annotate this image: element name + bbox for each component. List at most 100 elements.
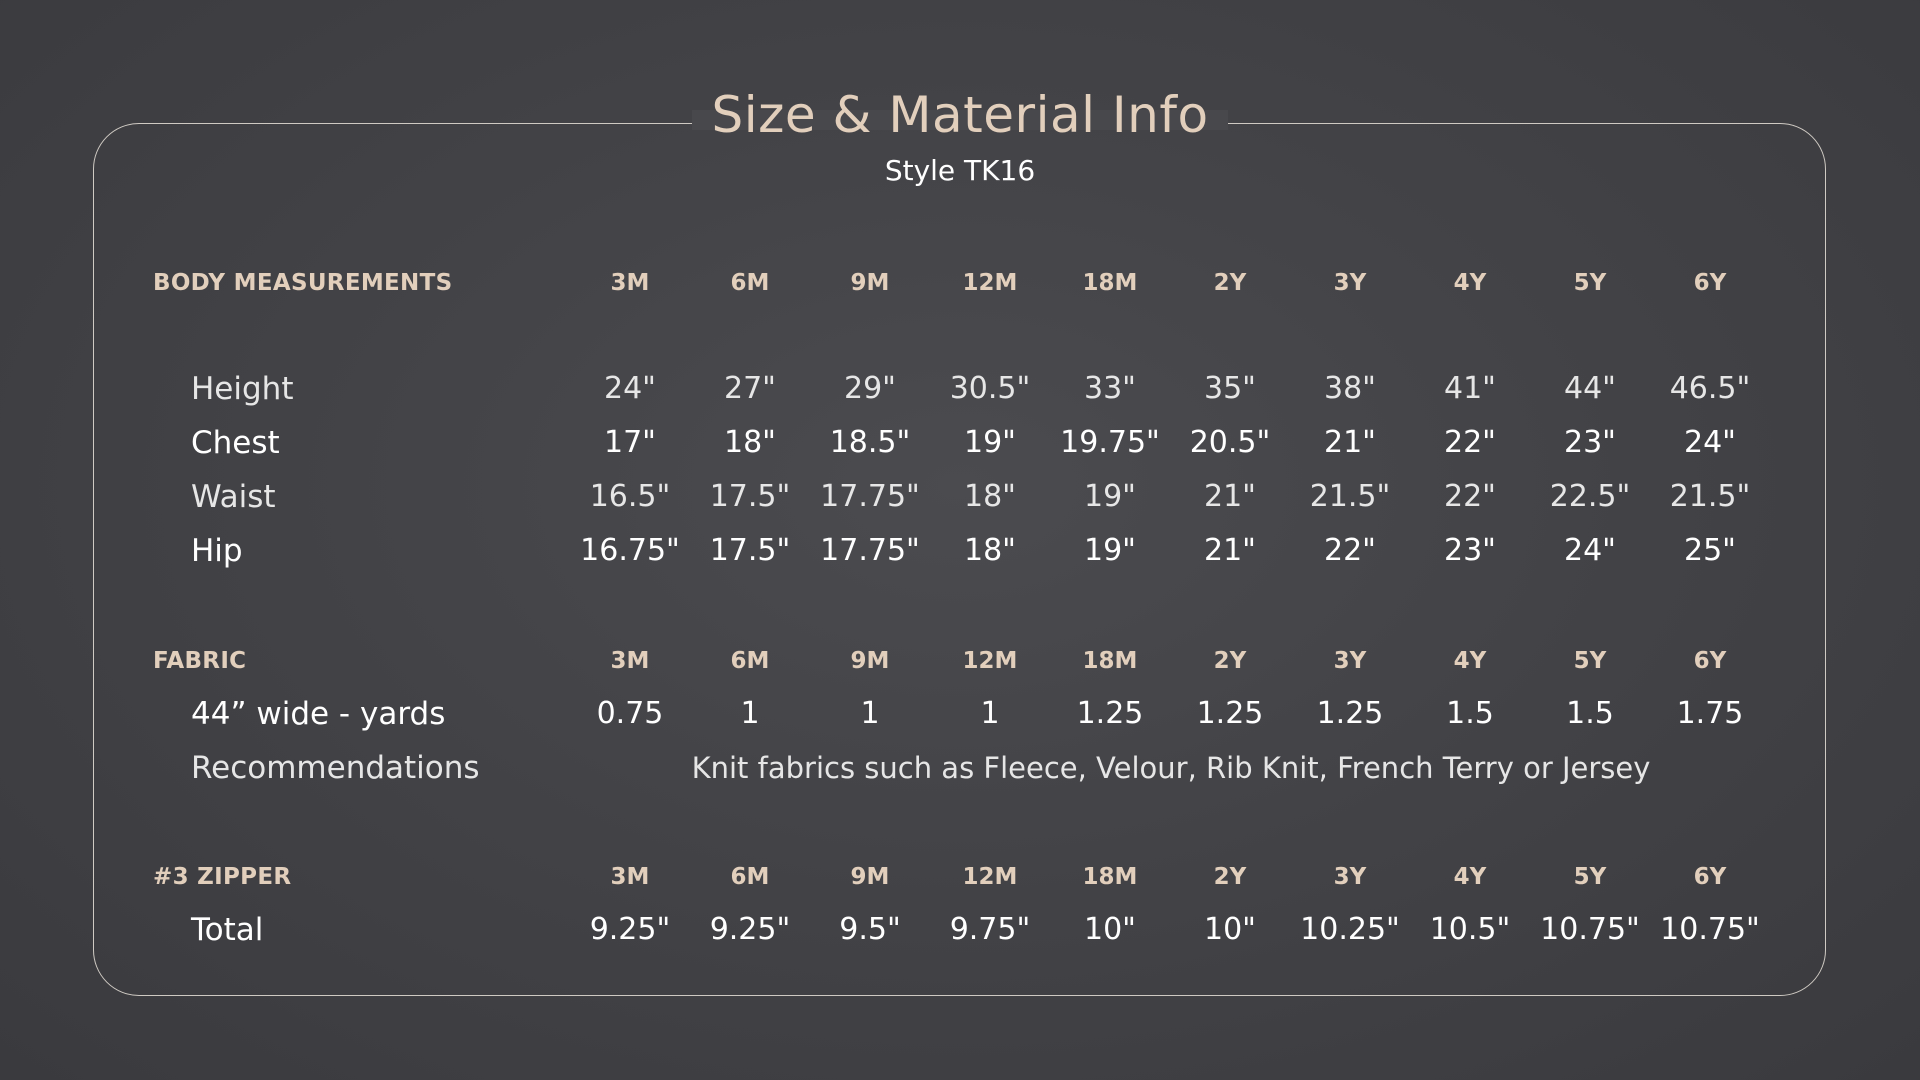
table-row-height: Height 24" 27" 29" 30.5" 33" 35" 38" 41" 44" 46.5… [0,364,1920,414]
size-header-cell: 3Y [1333,864,1367,890]
row-label-hip: Hip [191,533,243,569]
table-cell: 18" [964,533,1016,568]
table-cell: 23" [1564,425,1616,460]
table-cell: 1.25 [1316,696,1384,731]
table-cell: 23" [1444,533,1496,568]
table-cell: 25" [1684,533,1736,568]
table-cell: 29" [844,371,896,406]
table-row-zipper-total: Total 9.25" 9.25" 9.5" 9.75" 10" 10" 10.25" 10.… [0,905,1920,955]
table-cell: 10.75" [1660,912,1760,947]
size-header-cell: 18M [1082,648,1138,674]
table-cell: 17.75" [820,533,920,568]
size-header-cell: 3Y [1333,270,1367,296]
size-header-cell: 12M [962,864,1018,890]
table-cell: 38" [1324,371,1376,406]
table-cell: 1 [740,696,760,731]
table-cell: 17.75" [820,479,920,514]
table-cell: 27" [724,371,776,406]
body-measurements-heading: BODY MEASUREMENTS [153,270,453,296]
table-cell: 24" [604,371,656,406]
table-cell: 30.5" [949,371,1031,406]
table-cell: 10.75" [1540,912,1640,947]
table-cell: 24" [1684,425,1736,460]
size-header-cell: 5Y [1573,270,1607,296]
table-cell: 41" [1444,371,1496,406]
table-cell: 1.5 [1446,696,1494,731]
row-label-recommendations: Recommendations [191,750,480,786]
table-cell: 17.5" [709,533,791,568]
size-header-cell: 18M [1082,270,1138,296]
table-cell: 18" [724,425,776,460]
table-cell: 1.25 [1076,696,1144,731]
table-cell: 35" [1204,371,1256,406]
zipper-heading: #3 ZIPPER [153,864,292,890]
size-header-cell: 6M [730,648,770,674]
table-cell: 1.5 [1566,696,1614,731]
size-header-cell: 4Y [1453,864,1487,890]
size-header-cell: 12M [962,648,1018,674]
fabric-heading: FABRIC [153,648,247,674]
size-header-cell: 2Y [1213,270,1247,296]
table-cell: 21" [1204,479,1256,514]
row-label-height: Height [191,371,294,407]
table-cell: 18.5" [829,425,911,460]
table-row-recommendations: Recommendations Knit fabrics such as Fle… [0,743,1920,793]
row-label-yards: 44” wide - yards [191,696,446,732]
size-header-cell: 2Y [1213,864,1247,890]
size-header-cell: 6Y [1693,648,1727,674]
table-cell: 10.5" [1429,912,1511,947]
table-cell: 19.75" [1060,425,1160,460]
table-cell: 16.75" [580,533,680,568]
size-header-cell: 2Y [1213,648,1247,674]
table-cell: 22" [1444,479,1496,514]
table-cell: 1 [980,696,1000,731]
fabric-header-row: FABRIC 3M 6M 9M 12M 18M 2Y 3Y 4Y 5Y 6Y [0,636,1920,686]
table-cell: 9.25" [709,912,791,947]
table-cell: 9.75" [949,912,1031,947]
table-cell: 1.75 [1676,696,1744,731]
size-header-cell: 6M [730,864,770,890]
table-cell: 0.75 [596,696,664,731]
size-header-cell: 18M [1082,864,1138,890]
size-header-cell: 9M [850,864,890,890]
table-cell: 22" [1324,533,1376,568]
table-cell: 9.5" [839,912,901,947]
size-header-cell: 9M [850,648,890,674]
size-header-cell: 5Y [1573,864,1607,890]
table-row-yards: 44” wide - yards 0.75 1 1 1 1.25 1.25 1.25 1.5 1… [0,689,1920,739]
table-cell: 21.5" [1309,479,1391,514]
table-cell: 20.5" [1189,425,1271,460]
row-label-waist: Waist [191,479,276,515]
table-cell: 16.5" [589,479,671,514]
size-header-cell: 3M [610,864,650,890]
size-header-cell: 4Y [1453,270,1487,296]
size-header-cell: 12M [962,270,1018,296]
table-cell: 1 [860,696,880,731]
row-label-total: Total [191,912,264,948]
table-cell: 10.25" [1300,912,1400,947]
size-header-cell: 9M [850,270,890,296]
table-cell: 24" [1564,533,1616,568]
table-row-waist: Waist 16.5" 17.5" 17.75" 18" 19" 21" 21.5" 22" 2… [0,472,1920,522]
table-cell: 21" [1204,533,1256,568]
table-cell: 10" [1084,912,1136,947]
size-header-cell: 4Y [1453,648,1487,674]
table-cell: 22.5" [1549,479,1631,514]
table-row-chest: Chest 17" 18" 18.5" 19" 19.75" 20.5" 21" 22" 23"… [0,418,1920,468]
size-header-cell: 3M [610,270,650,296]
table-cell: 18" [964,479,1016,514]
table-cell: 17.5" [709,479,791,514]
size-header-cell: 6Y [1693,270,1727,296]
style-subtitle: Style TK16 [884,154,1036,187]
table-cell: 44" [1564,371,1616,406]
size-header-cell: 3M [610,648,650,674]
table-cell: 1.25 [1196,696,1264,731]
table-cell: 33" [1084,371,1136,406]
size-header-cell: 6Y [1693,864,1727,890]
table-cell: 10" [1204,912,1256,947]
table-cell: 19" [1084,479,1136,514]
table-cell: 9.25" [589,912,671,947]
recommendations-text: Knit fabrics such as Fleece, Velour, Rib… [691,751,1651,785]
table-cell: 22" [1444,425,1496,460]
body-measurements-header-row: BODY MEASUREMENTS 3M 6M 9M 12M 18M 2Y 3Y 4Y 5Y 6Y [0,258,1920,308]
